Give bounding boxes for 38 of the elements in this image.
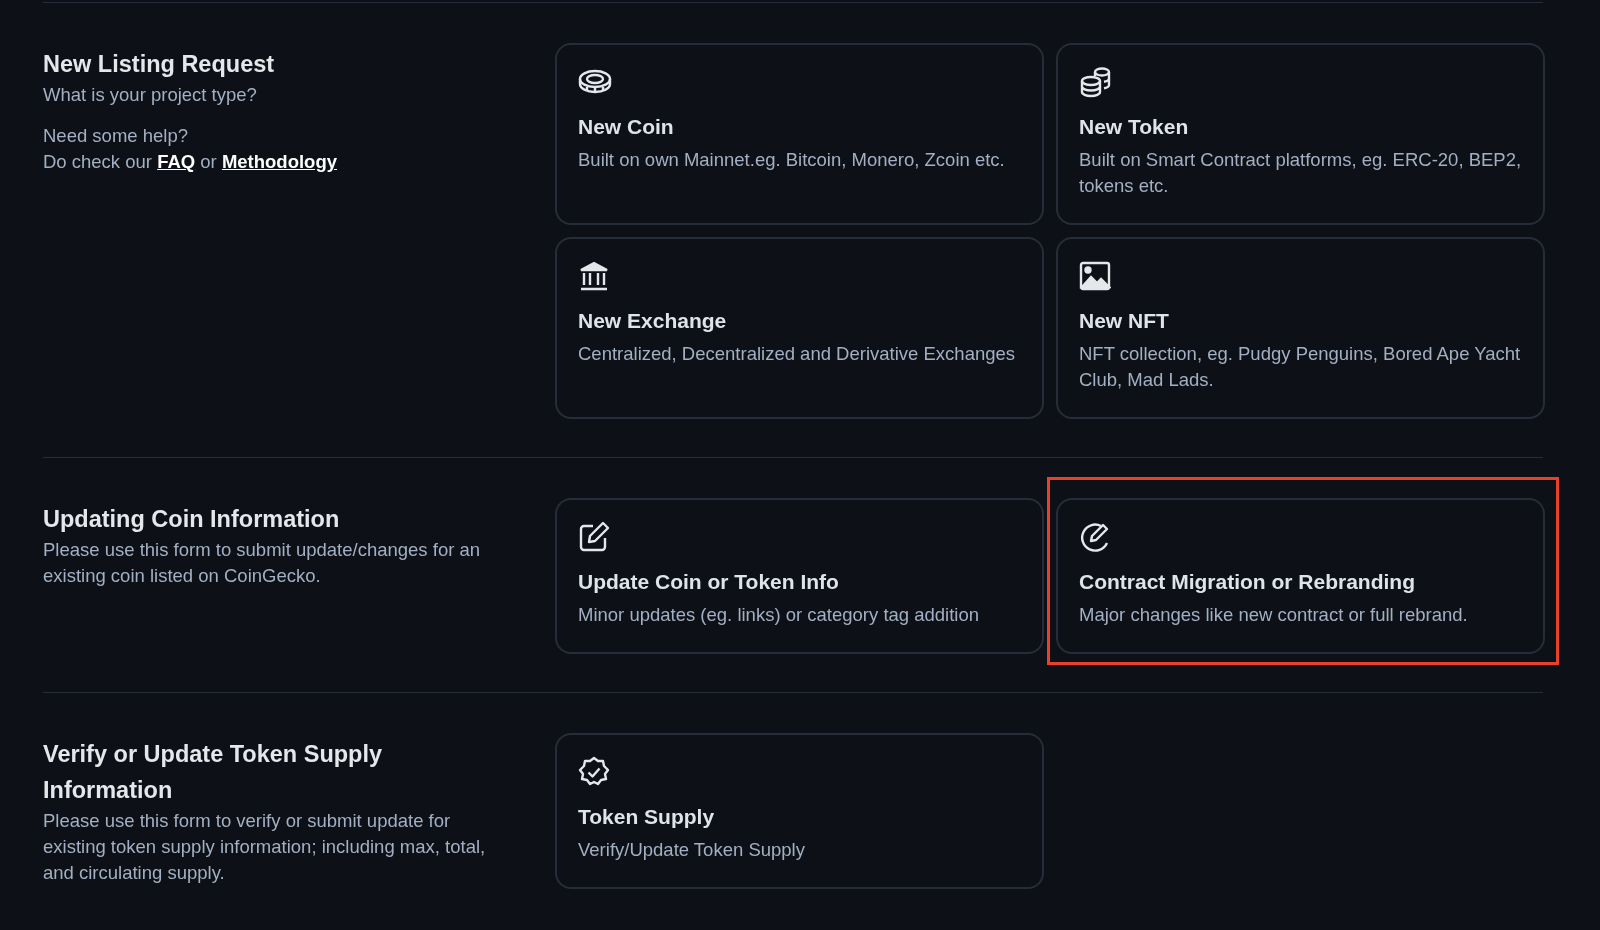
card-description: Built on own Mainnet.eg. Bitcoin, Monero, Zcoin etc. [578,148,1006,172]
section-title: Updating Coin Information [43,505,341,534]
help-link[interactable]: FAQ [157,151,196,172]
option-card[interactable]: New NFT NFT collection, eg. Pudgy Penguins, Bored Ape Yacht Club, Mad Lads. [1056,237,1545,419]
option-card[interactable]: Contract Migration or Rebranding Major changes like new contract or full rebrand. [1056,498,1545,654]
card-title: New Token [1079,114,1190,140]
coin-icon [578,68,612,96]
card-description: Minor updates (eg. links) or category tag addition [578,603,981,627]
help-link[interactable]: Methodology [221,151,337,172]
option-card[interactable]: New Coin Built on own Mainnet.eg. Bitcoin, Monero, Zcoin etc. [555,43,1044,225]
option-card[interactable]: New Token Built on Smart Contract platforms, eg. ERC-20, BEP2, tokens etc. [1056,43,1545,225]
edit-icon [578,521,610,553]
card-title: Token Supply [578,804,716,830]
card-title: Contract Migration or Rebranding [1079,569,1416,595]
section-title: New Listing Request [43,50,276,79]
help-question: Need some help? [43,124,189,148]
section-description: Please use this form to submit update/changes for an existing coin listed on CoinGecko. [43,538,482,588]
card-title: New Coin [578,114,675,140]
image-icon [1079,261,1111,291]
card-description: NFT collection, eg. Pudgy Penguins, Bored Ape Yacht Club, Mad Lads. [1079,342,1522,392]
badge-check-icon [578,756,610,788]
card-title: New NFT [1079,308,1170,334]
section-title: Verify or Update Token Supply Information [43,740,384,805]
section-description: What is your project type? [43,83,258,107]
card-description: Verify/Update Token Supply [578,838,806,862]
section-description: Please use this form to verify or submit update for existing token supply information; including max, total, and circulating supply. [43,809,487,885]
card-title: Update Coin or Token Info [578,569,840,595]
option-card[interactable]: Update Coin or Token Info Minor updates (eg. links) or category tag addition [555,498,1044,654]
bank-icon [578,260,610,292]
coins-stack-icon [1079,66,1111,98]
card-description: Built on Smart Contract platforms, eg. ERC-20, BEP2, tokens etc. [1079,148,1522,198]
option-card[interactable]: Token Supply Verify/Update Token Supply [555,733,1044,889]
option-card[interactable]: New Exchange Centralized, Decentralized and Derivative Exchanges [555,237,1044,419]
card-description: Centralized, Decentralized and Derivative Exchanges [578,342,1017,366]
help-text: Do check our FAQ or Methodology [43,150,338,174]
pencil-circle-icon [1079,521,1111,553]
card-title: New Exchange [578,308,728,334]
card-description: Major changes like new contract or full rebrand. [1079,603,1469,627]
